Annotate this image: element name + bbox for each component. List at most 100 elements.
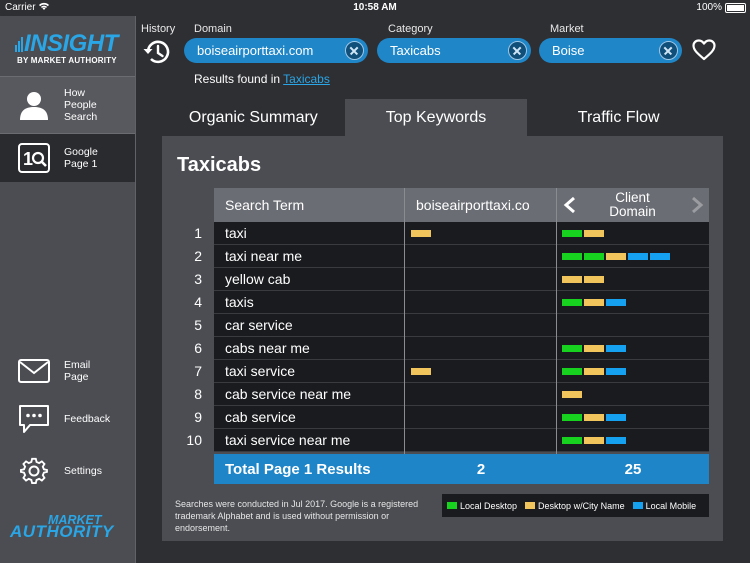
clear-domain-icon[interactable] <box>345 41 364 60</box>
header-client-domain: Client Domain <box>609 190 656 219</box>
table-row[interactable]: 7 taxi service <box>194 360 709 383</box>
bars-icon <box>15 37 23 52</box>
keywords-panel: Taxicabs Search Term boiseairporttaxi.co… <box>162 136 723 541</box>
sidebar-item-email-page[interactable]: Email Page <box>0 351 135 391</box>
legend: Local Desktop Desktop w/City Name Local … <box>442 494 709 517</box>
category-value: Taxicabs <box>390 43 441 58</box>
total-row: Total Page 1 Results 2 25 <box>214 454 709 484</box>
rank-bar <box>584 414 604 421</box>
table-row[interactable]: 1 taxi <box>194 222 709 245</box>
brand-title: INSIGHT <box>24 30 118 57</box>
rank-bar <box>562 391 582 398</box>
table-row[interactable]: 5 car service <box>194 314 709 337</box>
table-row[interactable]: 2 taxi near me <box>194 245 709 268</box>
rank-bar <box>606 414 626 421</box>
rank-bar <box>606 437 626 444</box>
rank-bar <box>584 437 604 444</box>
brand-subtitle: BY MARKET AUTHORITY <box>17 56 117 65</box>
table-row[interactable]: 3 yellow cab <box>194 268 709 291</box>
sidebar-item-label: How <box>64 87 86 99</box>
chevron-left-icon[interactable] <box>563 196 577 214</box>
clear-category-icon[interactable] <box>508 41 527 60</box>
sidebar-item-label: Page 1 <box>64 158 98 170</box>
row-rank: 9 <box>194 409 202 425</box>
market-label: Market <box>550 23 584 35</box>
domain-value: boiseairporttaxi.com <box>197 43 314 58</box>
tab-top-keywords[interactable]: Top Keywords <box>344 99 528 136</box>
row-search-term: yellow cab <box>225 271 291 287</box>
battery-percent: 100% <box>696 2 722 13</box>
header-search-term: Search Term <box>225 197 305 213</box>
chevron-right-icon[interactable] <box>690 196 704 214</box>
row-search-term: taxi near me <box>225 248 303 264</box>
rank-bar <box>411 230 431 237</box>
client-rank-bars <box>562 253 672 260</box>
disclaimer: Searches were conducted in Jul 2017. Goo… <box>175 499 419 533</box>
market-field[interactable]: Boise <box>539 38 682 63</box>
results-prefix: Results found in <box>194 72 284 86</box>
rank-bar <box>562 230 582 237</box>
table-row[interactable]: 8 cab service near me <box>194 383 709 406</box>
row-rank: 8 <box>194 386 202 402</box>
column-divider <box>404 188 405 484</box>
total-label: Total Page 1 Results <box>225 461 371 478</box>
rank-bar <box>562 368 582 375</box>
sidebar-item-how-people-search[interactable]: How People Search <box>0 76 135 134</box>
legend-item: Local Mobile <box>632 501 696 511</box>
client-rank-bars <box>562 345 628 352</box>
clear-market-icon[interactable] <box>659 41 678 60</box>
sidebar-item-google-page-1[interactable]: 1 Google Page 1 <box>0 134 135 182</box>
row-rank: 10 <box>186 432 202 448</box>
row-rank: 3 <box>194 271 202 287</box>
total-client: 25 <box>624 461 642 478</box>
rank-bar <box>584 299 604 306</box>
client-rank-bars <box>562 437 628 444</box>
battery-icon <box>725 3 746 13</box>
tab-organic-summary[interactable]: Organic Summary <box>162 99 345 136</box>
results-category-link[interactable]: Taxicabs <box>283 72 330 86</box>
rank-bar <box>606 299 626 306</box>
row-search-term: cabs near me <box>225 340 310 356</box>
category-field[interactable]: Taxicabs <box>377 38 531 63</box>
row-search-term: taxi service <box>225 363 296 379</box>
rank-bar <box>562 345 582 352</box>
rank-bar <box>584 230 604 237</box>
sidebar-item-label: Email <box>64 359 91 371</box>
legend-item: Local Desktop <box>447 501 517 511</box>
row-rank: 7 <box>194 363 202 379</box>
status-bar: Carrier 10:58 AM 100% <box>0 0 750 16</box>
sidebar-item-feedback[interactable]: Feedback <box>0 401 135 437</box>
rank-bar <box>562 414 582 421</box>
sidebar-item-label: Feedback <box>64 413 111 425</box>
insight-logo: INSIGHT BY MARKET AUTHORITY <box>0 16 135 76</box>
gear-icon <box>14 454 54 488</box>
table-row[interactable]: 6 cabs near me <box>194 337 709 360</box>
row-rank: 4 <box>194 294 202 310</box>
tab-traffic-flow[interactable]: Traffic Flow <box>527 99 710 136</box>
clock: 10:58 AM <box>353 2 397 13</box>
client-rank-bars <box>562 368 628 375</box>
sidebar: INSIGHT BY MARKET AUTHORITY How People S… <box>0 16 136 563</box>
domain-field[interactable]: boiseairporttaxi.com <box>184 38 368 63</box>
rank-bar <box>606 368 626 375</box>
sidebar-item-label: Google <box>64 146 98 158</box>
heart-icon[interactable] <box>692 39 716 61</box>
table-row[interactable]: 9 cab service <box>194 406 709 429</box>
table-row[interactable]: 4 taxis <box>194 291 709 314</box>
market-value: Boise <box>552 43 585 58</box>
domain-rank-bars <box>411 230 433 237</box>
table-row[interactable]: 10 taxi service near me <box>186 429 709 452</box>
rank-bar <box>562 276 582 283</box>
history-icon[interactable] <box>142 37 172 67</box>
envelope-icon <box>14 354 54 388</box>
table-header: Search Term boiseairporttaxi.co Client D… <box>214 188 709 222</box>
tab-bar: Organic Summary Top Keywords Traffic Flo… <box>162 99 710 136</box>
person-icon <box>14 88 54 122</box>
sidebar-item-label: Settings <box>64 465 102 477</box>
rank-bar <box>606 345 626 352</box>
filter-bar: History Domain boiseairporttaxi.com Cate… <box>136 16 750 96</box>
rank-bar <box>584 345 604 352</box>
sidebar-item-settings[interactable]: Settings <box>0 453 135 489</box>
rank-bar <box>584 276 604 283</box>
sidebar-item-label: Page <box>64 371 89 383</box>
